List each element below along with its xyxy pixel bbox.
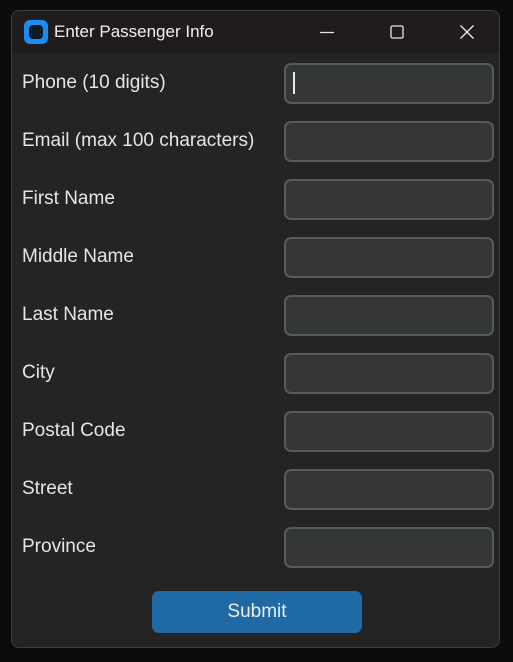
city-label: City xyxy=(22,362,55,383)
province-label: Province xyxy=(22,536,96,557)
first-name-input[interactable] xyxy=(284,179,494,220)
phone-input[interactable] xyxy=(284,63,494,104)
last-name-input[interactable] xyxy=(284,295,494,336)
maximize-button[interactable] xyxy=(374,11,420,53)
street-input[interactable] xyxy=(284,469,494,510)
phone-label: Phone (10 digits) xyxy=(22,72,166,93)
app-logo-icon xyxy=(24,20,48,44)
middle-name-input[interactable] xyxy=(284,237,494,278)
email-input[interactable] xyxy=(284,121,494,162)
city-input[interactable] xyxy=(284,353,494,394)
postal-code-input[interactable] xyxy=(284,411,494,452)
middle-name-label: Middle Name xyxy=(22,246,134,267)
minimize-button[interactable] xyxy=(304,11,350,53)
text-caret xyxy=(293,72,295,94)
email-label: Email (max 100 characters) xyxy=(22,130,255,151)
window-title: Enter Passenger Info xyxy=(54,22,214,41)
last-name-label: Last Name xyxy=(22,304,114,325)
first-name-label: First Name xyxy=(22,188,115,209)
close-icon xyxy=(460,25,474,39)
maximize-icon xyxy=(390,25,404,39)
postal-code-label: Postal Code xyxy=(22,420,126,441)
province-input[interactable] xyxy=(284,527,494,568)
minimize-icon xyxy=(320,31,334,34)
passenger-info-window: Enter Passenger Info Phone (10 digits) E… xyxy=(11,10,500,648)
title-bar[interactable]: Enter Passenger Info xyxy=(12,11,499,53)
close-button[interactable] xyxy=(444,11,490,53)
submit-button[interactable]: Submit xyxy=(152,591,362,633)
street-label: Street xyxy=(22,478,73,499)
